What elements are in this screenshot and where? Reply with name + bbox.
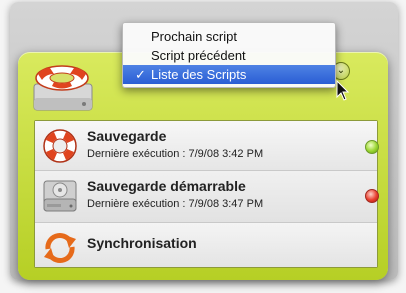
last-run-text: Dernière exécution : 7/9/08 3:42 PM (87, 148, 264, 160)
menu-item-label: Script précédent (151, 48, 246, 63)
menu-item-label: Liste des Scripts (151, 67, 247, 82)
script-row-sauvegarde-demarrable[interactable]: Sauvegarde démarrable Dernière exécution… (35, 171, 379, 223)
mouse-pointer-icon (336, 80, 350, 101)
script-list: Sauvegarde Dernière exécution : 7/9/08 3… (34, 120, 379, 268)
drive-with-life-ring-icon[interactable] (30, 58, 96, 112)
checkmark-icon: ✓ (135, 67, 146, 82)
menu-item-next-script[interactable]: Prochain script (123, 27, 335, 46)
script-title: Synchronisation (87, 235, 197, 251)
menu-item-previous-script[interactable]: Script précédent (123, 46, 335, 65)
script-title: Sauvegarde démarrable (87, 178, 246, 194)
last-run-text: Dernière exécution : 7/9/08 3:47 PM (87, 198, 264, 210)
menu-item-script-list[interactable]: ✓ Liste des Scripts (123, 65, 335, 84)
life-ring-icon (43, 129, 77, 163)
menu-item-label: Prochain script (151, 29, 237, 44)
status-success-icon (365, 140, 379, 154)
script-row-sauvegarde[interactable]: Sauvegarde Dernière exécution : 7/9/08 3… (35, 121, 379, 171)
script-row-synchronisation[interactable]: Synchronisation (35, 223, 377, 267)
hard-drive-icon (43, 180, 77, 212)
sync-arrows-icon (44, 233, 76, 263)
scripts-menu: Prochain script Script précédent ✓ Liste… (122, 22, 336, 88)
script-title: Sauvegarde (87, 128, 167, 144)
status-error-icon (365, 189, 379, 203)
